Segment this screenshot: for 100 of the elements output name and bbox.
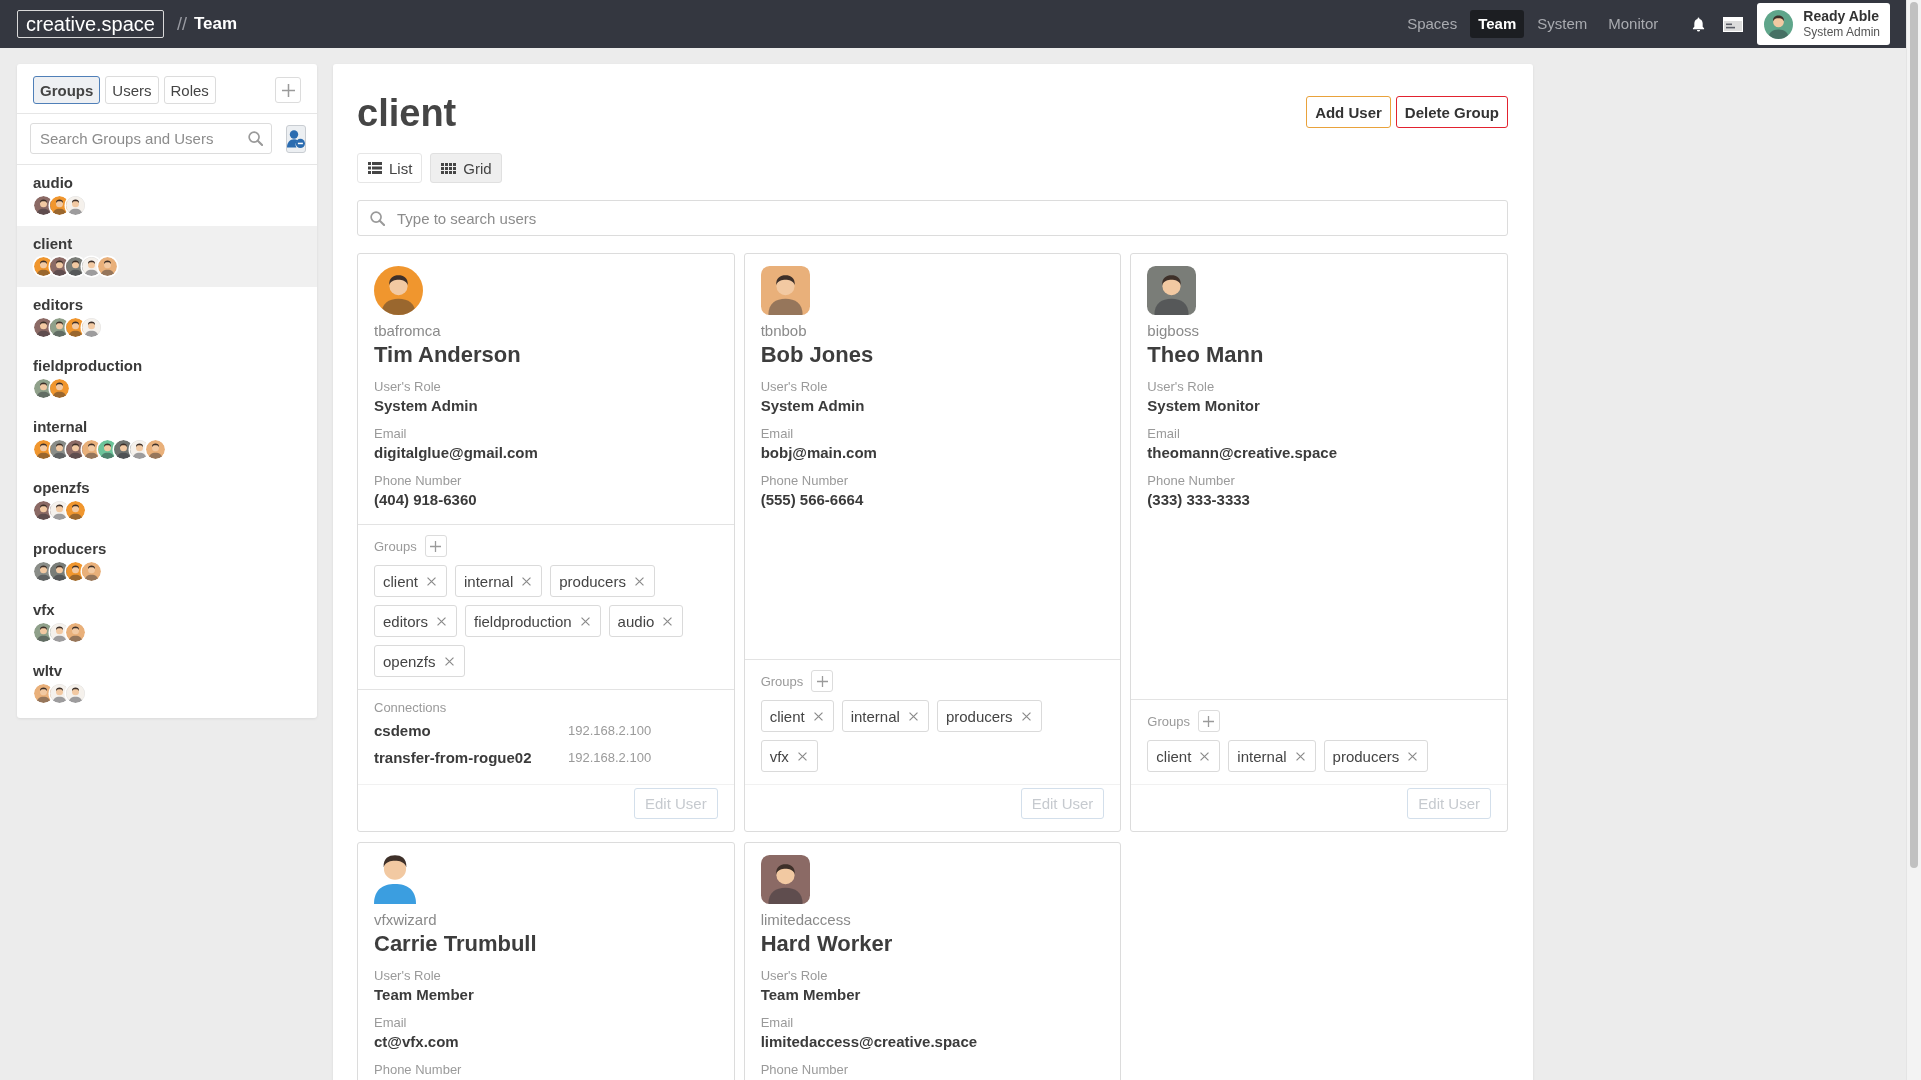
field-value: digitalglue@gmail.com	[374, 443, 539, 463]
nav-link[interactable]: Spaces	[1399, 10, 1466, 38]
add-user-button[interactable]: Add User	[1306, 96, 1391, 128]
avatar-icon	[66, 684, 85, 703]
section-label: Groups	[1147, 713, 1190, 729]
avatar-icon	[66, 196, 85, 215]
group-item[interactable]: client	[17, 226, 317, 287]
tab[interactable]: Users	[105, 76, 159, 104]
close-icon[interactable]	[634, 576, 644, 586]
field-label: Phone Number	[374, 1061, 463, 1079]
logo[interactable]: creative.space	[17, 10, 164, 38]
view-toggle[interactable]: List	[357, 153, 423, 183]
close-icon[interactable]	[522, 576, 532, 586]
bell-icon[interactable]	[1692, 16, 1706, 32]
tag-label: vfx	[769, 747, 789, 765]
user-name: Tim Anderson	[374, 341, 522, 369]
avatar-icon	[1147, 266, 1197, 315]
avatar-icon	[146, 440, 165, 459]
field-label: Email	[374, 425, 408, 443]
view-toggle[interactable]: Grid	[430, 153, 502, 183]
tag-label: openzfs	[383, 652, 436, 670]
nav-link[interactable]: System	[1529, 10, 1596, 38]
group-item[interactable]: internal	[17, 409, 317, 470]
close-icon[interactable]	[813, 711, 823, 721]
search-field[interactable]: Search Groups and Users	[30, 123, 272, 154]
username: tbafromca	[374, 321, 442, 341]
tab[interactable]: Roles	[163, 76, 216, 104]
group-item[interactable]: editors	[17, 287, 317, 348]
avatar-icon	[760, 855, 810, 904]
remove-user-button[interactable]	[286, 124, 306, 153]
plus-icon	[430, 540, 442, 552]
username: vfxwizard	[374, 910, 438, 930]
user-menu-button[interactable]: Ready Able System Admin	[1757, 3, 1890, 45]
close-icon[interactable]	[580, 616, 590, 626]
group-item[interactable]: audio	[17, 165, 317, 226]
window-icon[interactable]	[1723, 16, 1744, 32]
plus-icon	[281, 83, 295, 97]
field-value: Team Member	[374, 985, 475, 1005]
avatar-icon	[66, 257, 85, 276]
close-icon[interactable]	[444, 656, 454, 666]
avatar-icon	[374, 266, 423, 315]
field-label: User's Role	[760, 378, 829, 396]
search-icon	[248, 131, 263, 146]
tab[interactable]: Groups	[33, 76, 101, 104]
avatar-icon	[130, 440, 149, 459]
group-item[interactable]: openzfs	[17, 470, 317, 531]
avatar-icon	[66, 501, 85, 520]
tag-label: internal	[464, 572, 514, 590]
field-label: User's Role	[374, 967, 442, 985]
avatar-icon	[98, 257, 117, 276]
add-button[interactable]	[275, 77, 301, 103]
field-value: System Admin	[374, 396, 479, 416]
field-label: Email	[374, 1014, 408, 1032]
avatar-icon	[66, 623, 85, 642]
group-item[interactable]: fieldproduction	[17, 348, 317, 409]
connection-name: transfer-from-rogue02	[374, 748, 533, 768]
avatar-icon	[82, 257, 101, 276]
section-label: Groups	[374, 538, 417, 554]
avatar-icon	[50, 684, 69, 703]
field-label: Email	[760, 425, 795, 443]
close-icon[interactable]	[1408, 751, 1418, 761]
tag-label: audio	[617, 612, 655, 630]
scrollbar-thumb[interactable]	[1910, 2, 1918, 868]
close-icon[interactable]	[1200, 751, 1210, 761]
avatar-icon	[82, 562, 101, 581]
group-item[interactable]: vfx	[17, 592, 317, 653]
group-item[interactable]: producers	[17, 531, 317, 592]
tag-label: producers	[1332, 747, 1400, 765]
group-title: client	[357, 91, 457, 136]
field-label: User's Role	[374, 378, 442, 396]
avatar-icon	[98, 440, 117, 459]
add-group-button[interactable]	[424, 535, 447, 557]
add-group-button[interactable]	[1197, 710, 1220, 732]
avatar-icon	[50, 562, 69, 581]
nav-link[interactable]: Monitor	[1600, 10, 1667, 38]
user-name: Bob Jones	[760, 341, 875, 369]
tag-label: producers	[559, 572, 626, 590]
close-icon[interactable]	[908, 711, 918, 721]
avatar-icon	[34, 562, 53, 581]
delete-group-button[interactable]: Delete Group	[1395, 96, 1508, 128]
close-icon[interactable]	[797, 751, 807, 761]
field-value: limitedaccess@creative.space	[760, 1032, 979, 1052]
close-icon[interactable]	[663, 616, 673, 626]
avatar-icon	[82, 318, 101, 337]
nav-link[interactable]: Team	[1470, 10, 1525, 38]
group-item[interactable]: wltv	[17, 653, 317, 714]
avatar-icon	[34, 623, 53, 642]
avatar-icon	[50, 257, 69, 276]
add-group-button[interactable]	[811, 670, 834, 692]
tag-label: client	[1156, 747, 1192, 765]
avatar-icon	[1764, 9, 1794, 39]
section-label: Groups	[760, 673, 804, 689]
avatar-icon	[114, 440, 133, 459]
avatar-icon	[50, 318, 69, 337]
close-icon[interactable]	[427, 576, 437, 586]
close-icon[interactable]	[1021, 711, 1031, 721]
close-icon[interactable]	[437, 616, 447, 626]
search-field[interactable]: Type to search users	[357, 200, 1508, 236]
avatar-icon	[66, 318, 85, 337]
close-icon[interactable]	[1295, 751, 1305, 761]
